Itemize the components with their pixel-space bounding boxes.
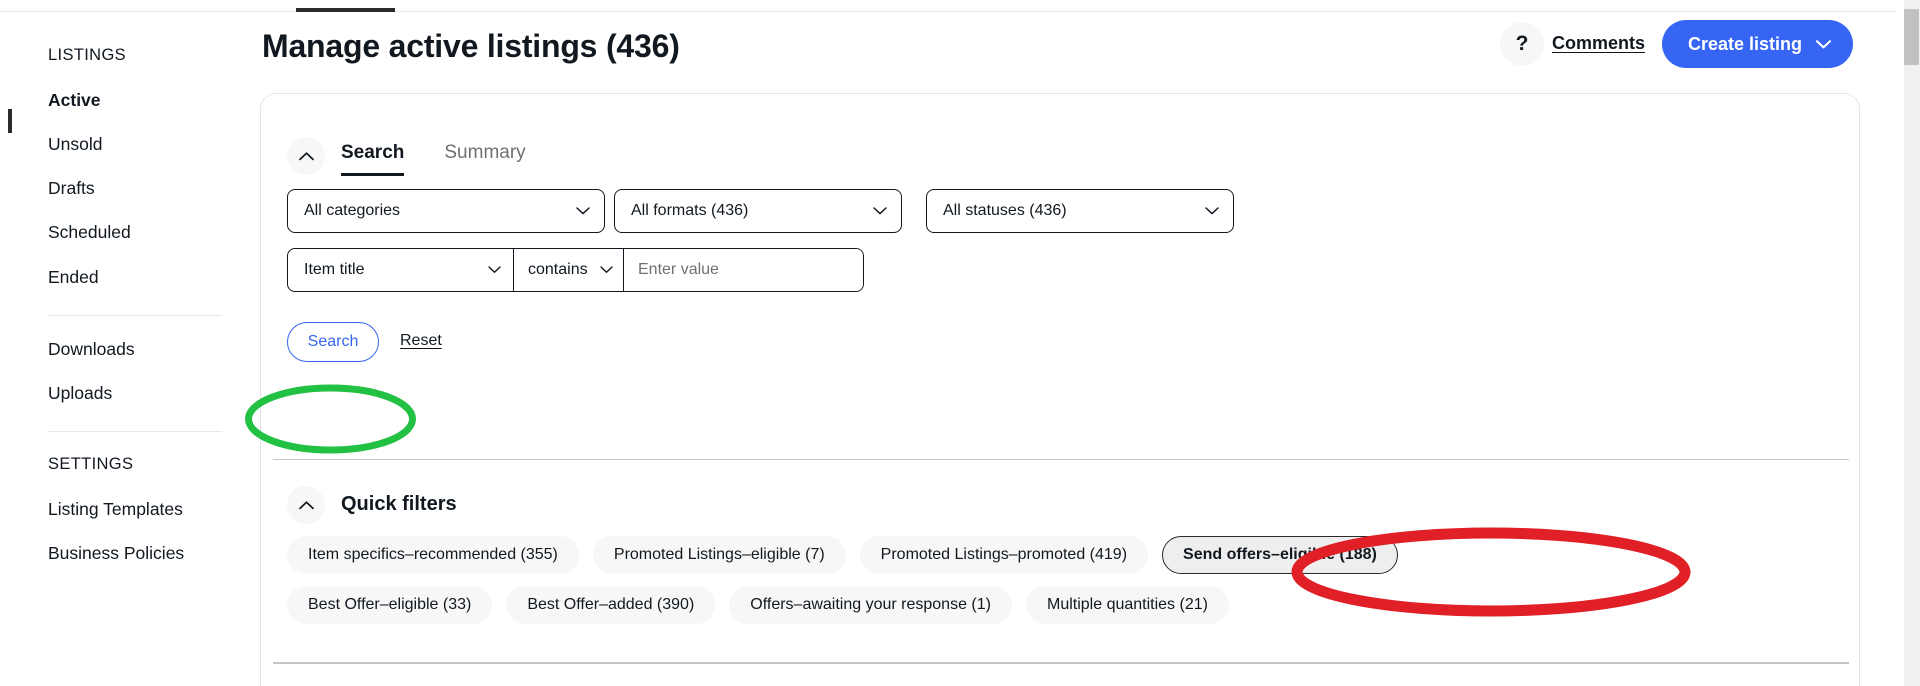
- chevron-down-icon: [576, 202, 590, 220]
- page-title: Manage active listings (436): [262, 28, 680, 64]
- sidebar-item-business-policies[interactable]: Business Policies: [48, 543, 184, 564]
- quick-filters-collapse-button[interactable]: [287, 486, 325, 524]
- sidebar-divider-1: [48, 315, 222, 316]
- sidebar-active-indicator: [8, 109, 12, 133]
- search-panel-collapse-button[interactable]: [287, 137, 325, 175]
- criteria-value-input[interactable]: [624, 249, 863, 291]
- quick-filter-chip[interactable]: Promoted Listings–promoted (419): [859, 536, 1149, 574]
- chevron-down-icon: [1205, 202, 1219, 220]
- sidebar-section-listings: LISTINGS: [48, 46, 126, 64]
- statuses-select-value: All statuses (436): [943, 202, 1067, 219]
- sidebar: LISTINGS Active Unsold Drafts Scheduled …: [0, 12, 260, 686]
- formats-select-value: All formats (436): [631, 202, 749, 219]
- criteria-field-select[interactable]: Item title: [288, 249, 514, 291]
- quick-filters-row-2: Best Offer–eligible (33) Best Offer–adde…: [287, 586, 1229, 624]
- chevron-down-icon: [873, 202, 887, 220]
- quick-filter-chip[interactable]: Multiple quantities (21): [1025, 586, 1229, 624]
- quick-filter-chip[interactable]: Item specifics–recommended (355): [287, 536, 579, 574]
- vertical-scrollbar-track[interactable]: [1903, 0, 1920, 686]
- sidebar-item-active[interactable]: Active: [48, 90, 101, 111]
- quick-filter-chip[interactable]: Promoted Listings–eligible (7): [592, 536, 846, 574]
- tab-summary[interactable]: Summary: [444, 142, 525, 176]
- sidebar-item-drafts[interactable]: Drafts: [48, 178, 95, 199]
- vertical-scrollbar-thumb[interactable]: [1904, 9, 1919, 65]
- chevron-down-icon: [488, 261, 501, 279]
- help-button[interactable]: ?: [1500, 22, 1544, 66]
- listings-page: LISTINGS Active Unsold Drafts Scheduled …: [0, 0, 1920, 686]
- top-active-tab-indicator: [296, 8, 395, 12]
- sidebar-section-settings: SETTINGS: [48, 455, 134, 473]
- criteria-operator-value: contains: [528, 261, 588, 278]
- create-listing-button[interactable]: Create listing: [1662, 20, 1854, 68]
- quick-filter-chip[interactable]: Best Offer–eligible (33): [287, 586, 493, 624]
- search-criteria-control: Item title contains: [287, 248, 864, 292]
- sidebar-divider-2: [48, 431, 222, 432]
- search-button[interactable]: Search: [287, 322, 379, 362]
- quick-filters-title: Quick filters: [341, 493, 457, 515]
- top-divider: [0, 11, 1896, 12]
- quick-filter-chip-send-offers[interactable]: Send offers–eligible (188): [1162, 536, 1398, 574]
- sidebar-item-listing-templates[interactable]: Listing Templates: [48, 499, 183, 520]
- comments-link[interactable]: Comments: [1552, 33, 1645, 54]
- categories-select-value: All categories: [304, 202, 401, 219]
- chevron-down-icon: [1816, 39, 1832, 49]
- formats-select[interactable]: All formats (436): [614, 189, 902, 233]
- categories-select[interactable]: All categories: [287, 189, 605, 233]
- quick-filters-row-1: Item specifics–recommended (355) Promote…: [287, 536, 1398, 574]
- statuses-select[interactable]: All statuses (436): [926, 189, 1234, 233]
- card-divider: [273, 459, 1849, 460]
- quick-filter-chip[interactable]: Best Offer–added (390): [506, 586, 716, 624]
- criteria-operator-select[interactable]: contains: [514, 249, 624, 291]
- criteria-field-value: Item title: [304, 261, 365, 278]
- create-listing-label: Create listing: [1688, 33, 1803, 54]
- sidebar-item-uploads[interactable]: Uploads: [48, 383, 112, 404]
- sidebar-item-ended[interactable]: Ended: [48, 267, 99, 288]
- sidebar-item-scheduled[interactable]: Scheduled: [48, 222, 131, 243]
- sidebar-item-downloads[interactable]: Downloads: [48, 339, 135, 360]
- question-mark-icon: ?: [1515, 32, 1529, 55]
- tab-search[interactable]: Search: [341, 142, 405, 176]
- chevron-up-icon: [298, 498, 314, 513]
- quick-filter-chip[interactable]: Offers–awaiting your response (1): [729, 586, 1012, 624]
- chevron-up-icon: [298, 149, 314, 164]
- panel-tabs: Search Summary: [341, 142, 526, 176]
- filters-card: Search Summary All categories All format…: [260, 93, 1860, 686]
- card-bottom-divider: [273, 662, 1849, 664]
- sidebar-item-unsold[interactable]: Unsold: [48, 134, 102, 155]
- reset-link[interactable]: Reset: [400, 332, 442, 350]
- chevron-down-icon: [600, 261, 613, 279]
